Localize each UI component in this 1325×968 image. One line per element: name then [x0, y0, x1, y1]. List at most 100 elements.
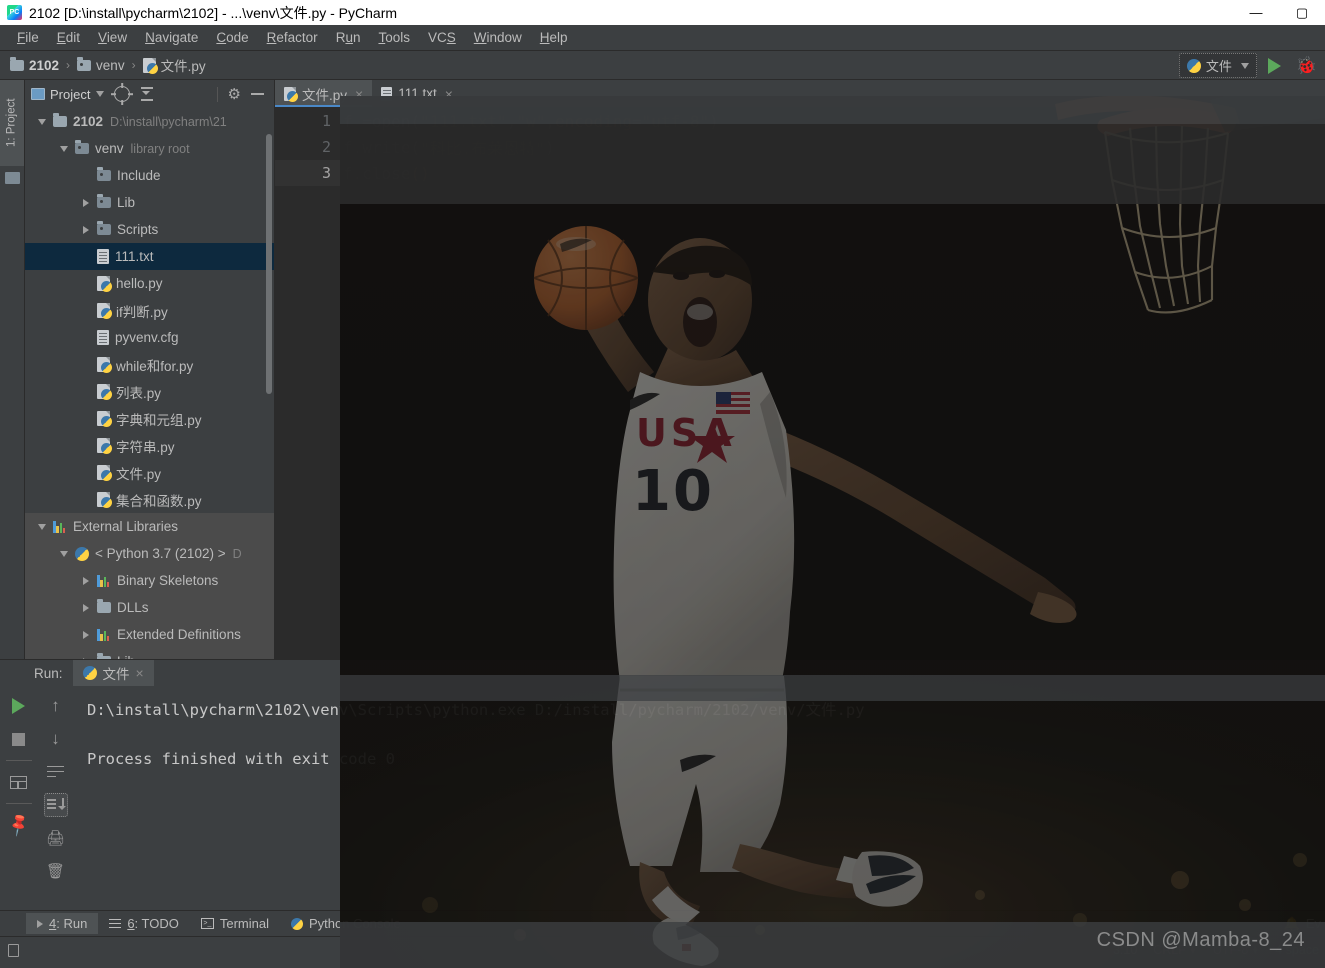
- menu-run[interactable]: Run: [327, 27, 370, 48]
- chevron-down-icon[interactable]: [53, 145, 75, 152]
- bottom-item-python-console[interactable]: Python Console: [280, 913, 412, 934]
- close-icon[interactable]: ×: [355, 86, 363, 102]
- code-line-3[interactable]: 3 f. close(): [275, 160, 1325, 186]
- menu-edit[interactable]: Edit: [48, 27, 89, 48]
- tree-item-subtext: D:\install\pycharm\21: [110, 114, 227, 129]
- close-icon[interactable]: ×: [136, 665, 144, 681]
- menu-navigate[interactable]: Navigate: [136, 27, 207, 48]
- tree-item-while和for-py[interactable]: while和for.py: [25, 351, 274, 378]
- chevron-down-icon[interactable]: [31, 523, 53, 530]
- tree-item-label: DLLs: [117, 600, 149, 615]
- pycharm-logo-icon: [7, 5, 22, 20]
- code-line-1[interactable]: 1 f = open("111.txt", "w", encoding = "utf-8…: [275, 108, 1325, 134]
- sidebar-item-label: 1: Project: [5, 98, 18, 148]
- bottom-item-terminal[interactable]: >_ Terminal: [190, 913, 280, 934]
- layout-icon[interactable]: [7, 770, 31, 794]
- code-token-paren: ): [544, 137, 555, 157]
- debug-button[interactable]: 🐞: [1292, 56, 1321, 76]
- rerun-icon[interactable]: [7, 694, 31, 718]
- run-button[interactable]: [1264, 57, 1285, 74]
- tab-label: 文件.py: [302, 87, 348, 103]
- menu-tools[interactable]: Tools: [369, 27, 419, 48]
- locate-icon[interactable]: [111, 83, 134, 105]
- tree-item-111-txt[interactable]: 111.txt: [25, 243, 274, 270]
- menu-refactor[interactable]: Refactor: [258, 27, 327, 48]
- hide-panel-icon[interactable]: [251, 93, 264, 95]
- stop-icon[interactable]: [7, 727, 31, 751]
- folder-icon: [75, 140, 89, 154]
- left-tool-strip: 1: Project: [0, 80, 25, 659]
- tree-item-venv[interactable]: venv library root: [25, 135, 274, 162]
- tree-item-字典和元组-py[interactable]: 字典和元组.py: [25, 405, 274, 432]
- chevron-right-icon[interactable]: [75, 225, 97, 234]
- run-console-output[interactable]: D:\install\pycharm\2102\venv\Scripts\pyt…: [75, 686, 1325, 910]
- settings-gear-icon[interactable]: ⚙: [228, 87, 241, 102]
- tree-item-列表-py[interactable]: 列表.py: [25, 378, 274, 405]
- python-file-icon: [284, 86, 298, 102]
- menu-code[interactable]: Code: [207, 27, 257, 48]
- csdn-watermark: CSDN @Mamba-8_24: [1096, 929, 1305, 951]
- tree-item-2102[interactable]: 2102 D:\install\pycharm\21: [25, 108, 274, 135]
- chevron-right-icon[interactable]: [75, 198, 97, 207]
- breadcrumb-file[interactable]: 文件.py: [142, 55, 206, 75]
- tree-item--python-3-7-2102-[interactable]: < Python 3.7 (2102) > D: [25, 540, 274, 567]
- menu-window[interactable]: Window: [465, 27, 531, 48]
- chevron-down-icon[interactable]: [53, 550, 75, 557]
- tree-item-include[interactable]: Include: [25, 162, 274, 189]
- bottom-item-todo[interactable]: 6: TODO: [98, 913, 190, 934]
- project-tree-scrollbar[interactable]: [266, 134, 272, 394]
- chevron-right-icon[interactable]: [75, 630, 97, 639]
- breadcrumb-separator: ›: [66, 58, 71, 72]
- soft-wrap-icon[interactable]: [44, 760, 68, 784]
- maximize-button[interactable]: ▢: [1279, 0, 1325, 25]
- menu-file[interactable]: File: [8, 27, 48, 48]
- code-line-2[interactable]: 2 f. write("科比.布莱恩特"): [275, 134, 1325, 160]
- tree-item-binary-skeletons[interactable]: Binary Skeletons: [25, 567, 274, 594]
- tree-item-字符串-py[interactable]: 字符串.py: [25, 432, 274, 459]
- run-configuration-selector[interactable]: 文件: [1178, 53, 1257, 78]
- python-file-icon: [97, 492, 112, 508]
- tree-item-external-libraries[interactable]: External Libraries: [25, 513, 274, 540]
- scroll-to-end-icon[interactable]: [43, 793, 68, 817]
- tree-item-集合和函数-py[interactable]: 集合和函数.py: [25, 486, 274, 513]
- bottom-item-run[interactable]: 4: Run: [26, 913, 99, 934]
- menu-help[interactable]: Help: [531, 27, 577, 48]
- collapse-all-icon[interactable]: [140, 87, 154, 101]
- breadcrumb-project[interactable]: 2102: [10, 56, 59, 73]
- minimize-button[interactable]: —: [1233, 0, 1279, 25]
- print-icon[interactable]: 🖨: [44, 826, 68, 850]
- trash-icon[interactable]: 🗑: [44, 859, 68, 883]
- chevron-right-icon[interactable]: [75, 603, 97, 612]
- project-tool-window: Project ⚙ 2102 D:\install\pycharm\21 venv l…: [25, 80, 275, 659]
- tree-item-dlls[interactable]: DLLs: [25, 594, 274, 621]
- project-file-tree[interactable]: 2102 D:\install\pycharm\21 venv library roo…: [25, 108, 274, 659]
- tree-item-hello-py[interactable]: hello.py: [25, 270, 274, 297]
- breadcrumb-venv[interactable]: venv: [77, 56, 125, 73]
- tree-item-lib[interactable]: Lib: [25, 189, 274, 216]
- bottom-item-label: Python Console: [308, 916, 401, 931]
- tree-item-label: Binary Skeletons: [117, 573, 219, 588]
- main-content-row: 1: Project Project ⚙ 2102 D:\install\pyc…: [0, 80, 1325, 659]
- sidebar-item-project[interactable]: 1: Project: [0, 80, 24, 166]
- close-icon[interactable]: ×: [445, 86, 453, 102]
- down-arrow-icon[interactable]: ↓: [44, 727, 68, 751]
- pin-icon[interactable]: 📌: [2, 808, 35, 841]
- lock-icon[interactable]: [8, 943, 19, 957]
- tree-item-scripts[interactable]: Scripts: [25, 216, 274, 243]
- run-tab[interactable]: 文件 ×: [72, 660, 154, 686]
- run-toolbar-col-left: 📌: [0, 686, 37, 910]
- tree-item-extended-definitions[interactable]: Extended Definitions: [25, 621, 274, 648]
- tree-item-文件-py[interactable]: 文件.py: [25, 459, 274, 486]
- chevron-down-icon[interactable]: [31, 118, 53, 125]
- project-panel-title[interactable]: Project: [31, 87, 105, 102]
- editor-tab-file-py[interactable]: 文件.py ×: [275, 80, 373, 107]
- tree-item-if判断-py[interactable]: if判断.py: [25, 297, 274, 324]
- menu-vcs[interactable]: VCS: [419, 27, 465, 48]
- editor-tab-111-txt[interactable]: 111.txt ×: [372, 80, 462, 107]
- code-editor[interactable]: 1 f = open("111.txt", "w", encoding = "utf-8…: [275, 108, 1325, 659]
- up-arrow-icon[interactable]: ↑: [44, 694, 68, 718]
- tree-item-pyvenv-cfg[interactable]: pyvenv.cfg: [25, 324, 274, 351]
- menu-view[interactable]: View: [89, 27, 136, 48]
- chevron-right-icon[interactable]: [75, 576, 97, 585]
- tree-item-lib[interactable]: Lib: [25, 648, 274, 659]
